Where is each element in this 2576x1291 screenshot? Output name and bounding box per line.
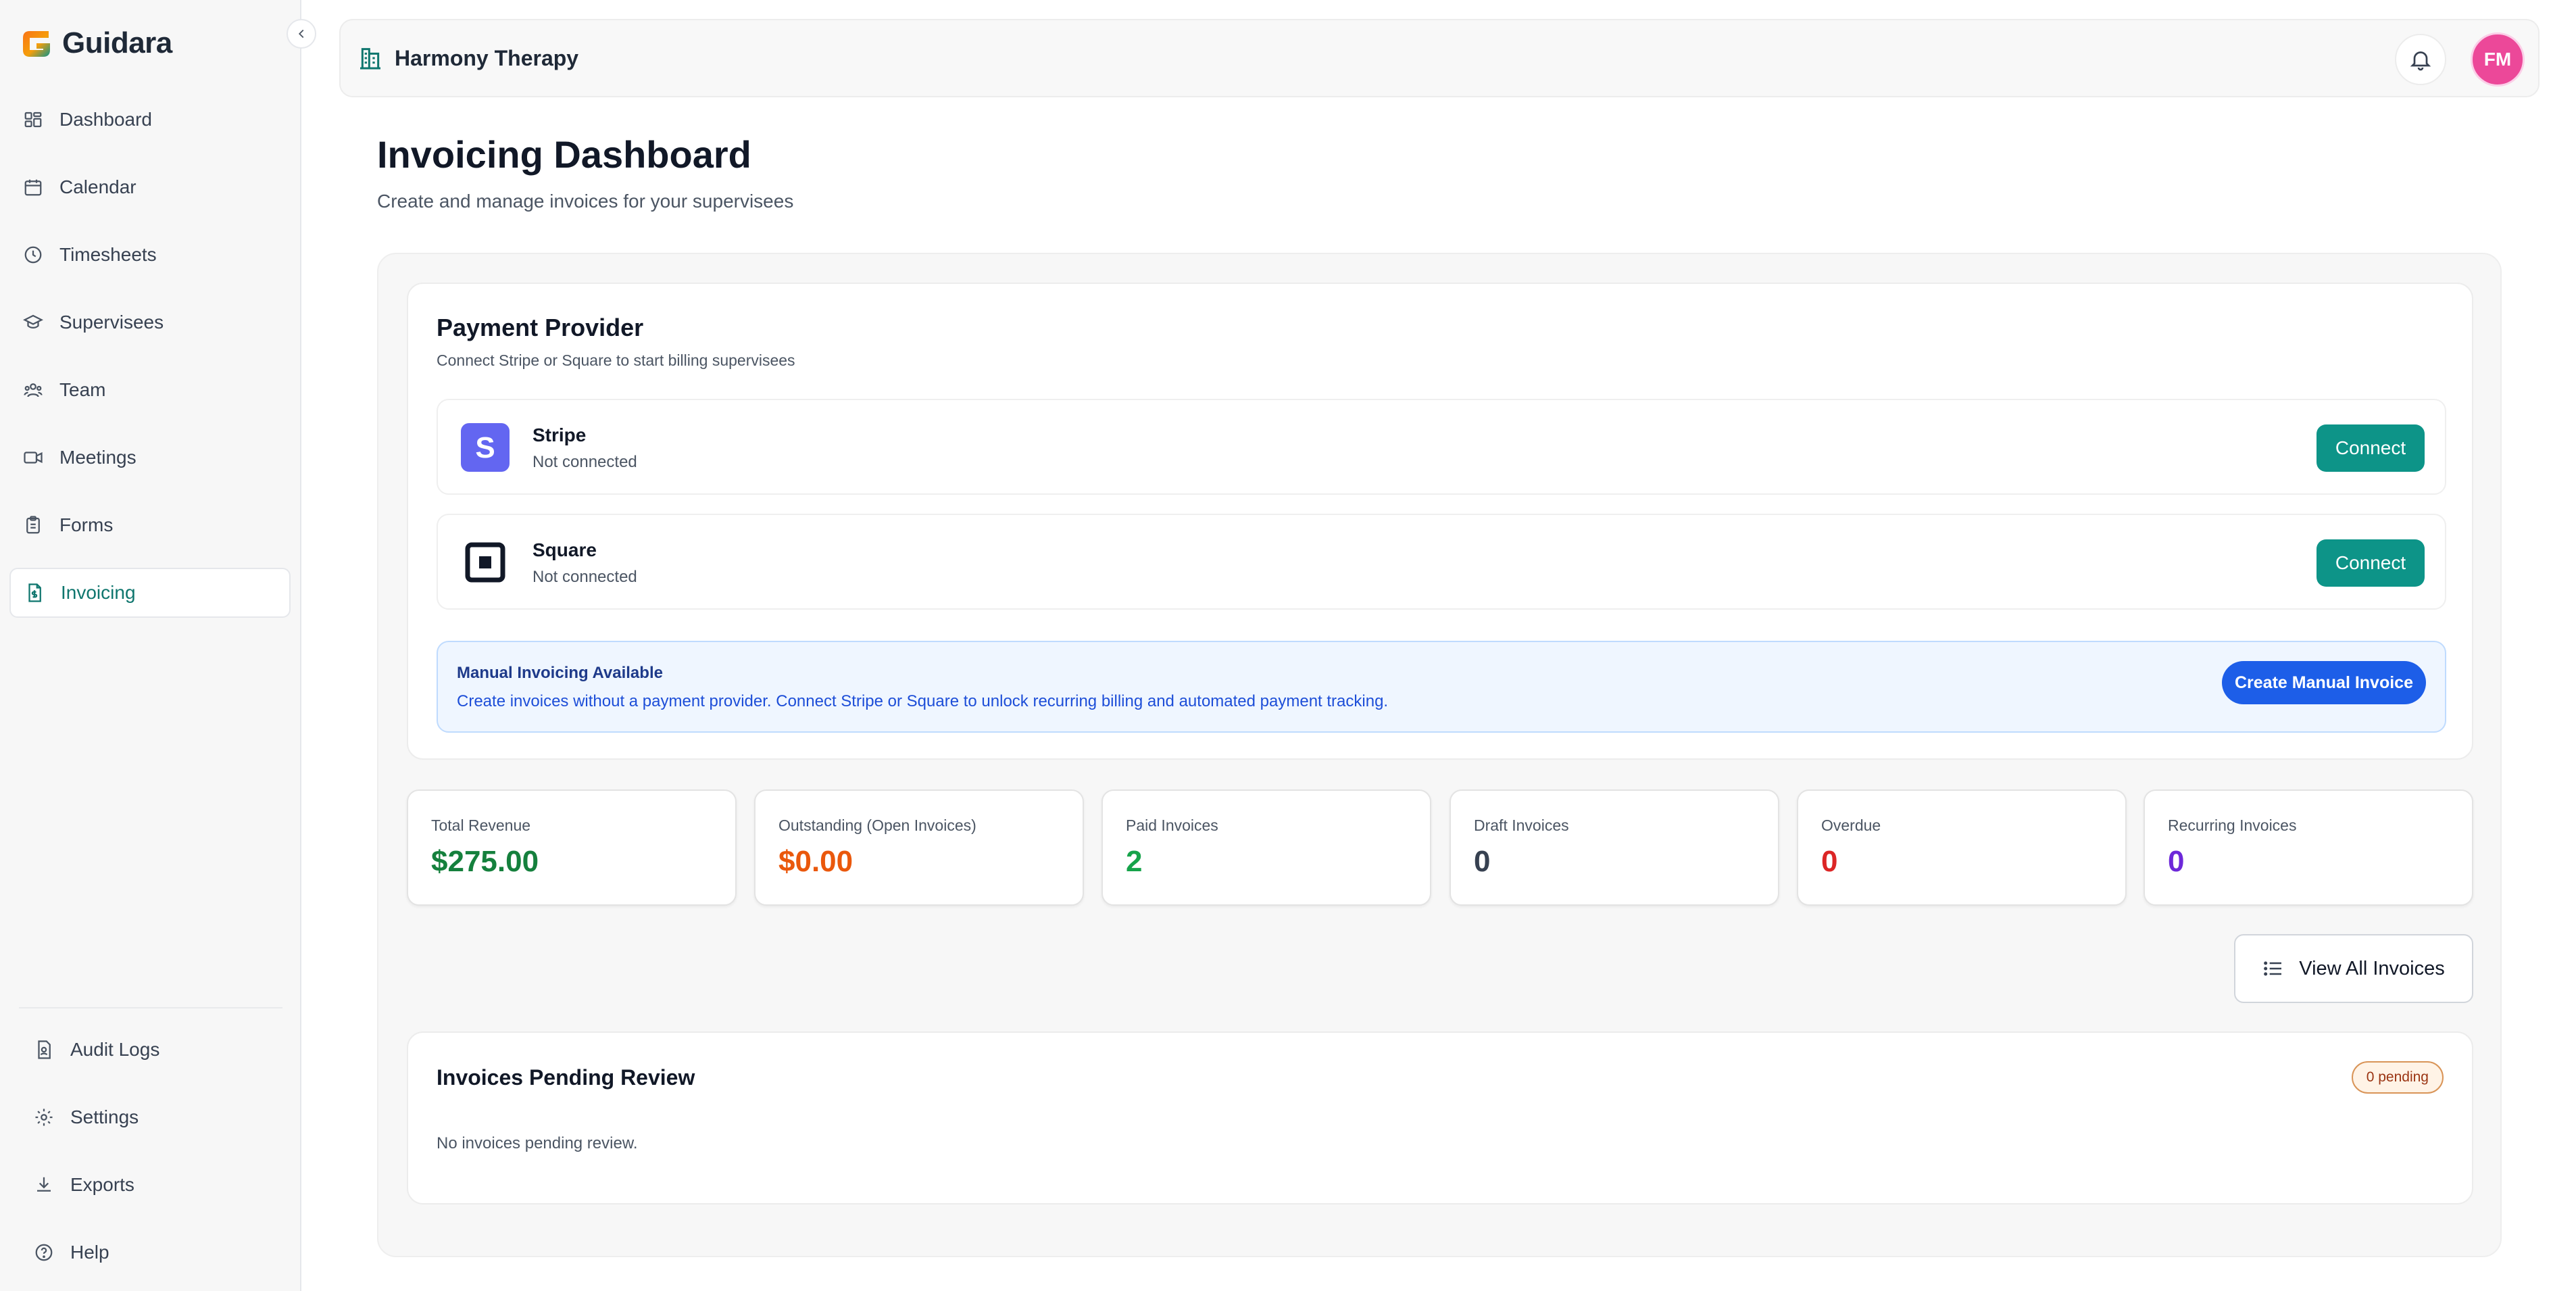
page-subtitle: Create and manage invoices for your supe…	[377, 191, 794, 212]
create-manual-invoice-button[interactable]: Create Manual Invoice	[2222, 661, 2426, 704]
stat-label: Recurring Invoices	[2168, 817, 2297, 834]
sidebar-item-help[interactable]: Help	[19, 1227, 282, 1277]
team-icon	[24, 383, 43, 397]
calendar-icon	[24, 179, 42, 196]
pending-count-badge: 0 pending	[2351, 1061, 2444, 1094]
stripe-logo-icon: S	[461, 423, 510, 472]
sidebar-nav: Dashboard Calendar Timesheets Supervisee…	[9, 95, 291, 635]
sidebar-item-label: Team	[59, 379, 106, 400]
square-logo-icon	[465, 542, 505, 583]
sidebar-item-label: Calendar	[59, 176, 137, 197]
sidebar-item-label: Settings	[70, 1106, 139, 1127]
stat-card-draft-invoices: Draft Invoices 0	[1450, 789, 1779, 906]
view-all-invoices-button[interactable]: View All Invoices	[2234, 934, 2473, 1003]
sidebar-item-calendar[interactable]: Calendar	[9, 162, 291, 212]
sidebar-item-label: Meetings	[59, 447, 137, 468]
list-icon	[2264, 961, 2282, 976]
stat-value: $275.00	[431, 845, 539, 878]
provider-row-square: Square Not connected Connect	[437, 514, 2446, 610]
notifications-button[interactable]	[2395, 34, 2446, 85]
user-avatar[interactable]: FM	[2471, 32, 2525, 87]
svg-text:S: S	[475, 431, 495, 464]
app-root: Guidara Dashboard Calendar Timesheets Su…	[0, 0, 2576, 1291]
graduation-cap-icon	[23, 314, 43, 328]
connect-square-button[interactable]: Connect	[2317, 539, 2425, 587]
pending-review-title: Invoices Pending Review	[437, 1065, 695, 1090]
stat-label: Total Revenue	[431, 817, 531, 834]
download-icon	[37, 1177, 51, 1192]
sidebar-item-forms[interactable]: Forms	[9, 500, 291, 550]
video-icon	[24, 452, 43, 464]
clipboard-icon	[26, 516, 40, 534]
stats-row: Total Revenue $275.00 Outstanding (Open …	[407, 789, 2473, 906]
sidebar-item-team[interactable]: Team	[9, 365, 291, 415]
help-icon	[35, 1244, 53, 1261]
sidebar-item-exports[interactable]: Exports	[19, 1160, 282, 1210]
brand[interactable]: Guidara	[18, 22, 172, 65]
sidebar-item-label: Help	[70, 1242, 109, 1263]
sidebar-item-label: Timesheets	[59, 244, 157, 265]
sidebar-item-invoicing[interactable]: Invoicing	[9, 568, 291, 618]
sidebar-item-meetings[interactable]: Meetings	[9, 433, 291, 483]
building-icon	[360, 48, 380, 70]
manual-invoicing-title: Manual Invoicing Available	[457, 664, 663, 682]
payment-provider-subtitle: Connect Stripe or Square to start billin…	[437, 351, 795, 369]
guidara-logo-icon	[23, 31, 50, 57]
sidebar: Guidara Dashboard Calendar Timesheets Su…	[0, 0, 301, 1291]
invoice-icon	[28, 583, 41, 602]
provider-row-stripe: S Stripe Not connected Connect	[437, 399, 2446, 495]
manual-invoicing-notice: Manual Invoicing Available Create invoic…	[437, 641, 2446, 733]
provider-name: Stripe	[532, 424, 587, 445]
payment-provider-card: Payment Provider Connect Stripe or Squar…	[407, 283, 2473, 760]
stat-value: 2	[1126, 845, 1143, 878]
view-all-invoices-label: View All Invoices	[2299, 957, 2445, 979]
stat-label: Draft Invoices	[1474, 817, 1569, 834]
stat-card-outstanding: Outstanding (Open Invoices) $0.00	[754, 789, 1084, 906]
stat-card-total-revenue: Total Revenue $275.00	[407, 789, 737, 906]
audit-log-icon	[38, 1040, 51, 1059]
sidebar-item-label: Exports	[70, 1174, 134, 1195]
stat-value: 0	[1474, 845, 1491, 878]
stat-label: Overdue	[1821, 817, 1881, 834]
stat-card-recurring-invoices: Recurring Invoices 0	[2144, 789, 2473, 906]
sidebar-item-label: Forms	[59, 514, 114, 535]
dashboard-icon	[24, 112, 42, 128]
stat-card-overdue: Overdue 0	[1797, 789, 2127, 906]
chevron-left-icon	[298, 29, 304, 39]
gear-icon	[35, 1109, 53, 1126]
stat-value: 0	[2168, 845, 2185, 878]
stat-card-paid-invoices: Paid Invoices 2	[1101, 789, 1431, 906]
sidebar-item-supervisees[interactable]: Supervisees	[9, 297, 291, 347]
sidebar-item-audit-logs[interactable]: Audit Logs	[19, 1025, 282, 1075]
sidebar-item-label: Invoicing	[61, 582, 136, 603]
brand-name: Guidara	[62, 26, 172, 59]
page-title: Invoicing Dashboard	[377, 133, 751, 176]
top-header: Harmony Therapy FM	[339, 19, 2540, 97]
pending-review-card: Invoices Pending Review 0 pending No inv…	[407, 1031, 2473, 1204]
provider-name: Square	[532, 539, 597, 560]
org-name: Harmony Therapy	[395, 45, 579, 70]
connect-stripe-button[interactable]: Connect	[2317, 424, 2425, 472]
sidebar-bottom-nav: Audit Logs Settings Exports Help	[19, 1007, 282, 1291]
stat-label: Paid Invoices	[1126, 817, 1218, 834]
invoicing-panel: Payment Provider Connect Stripe or Squar…	[377, 253, 2502, 1257]
sidebar-item-timesheets[interactable]: Timesheets	[9, 230, 291, 280]
sidebar-item-label: Dashboard	[59, 109, 152, 130]
pending-review-empty-text: No invoices pending review.	[437, 1134, 638, 1152]
clock-icon	[24, 246, 42, 264]
sidebar-item-label: Audit Logs	[70, 1039, 160, 1060]
org-switcher[interactable]: Harmony Therapy	[357, 45, 578, 72]
manual-invoicing-text: Create invoices without a payment provid…	[457, 692, 1389, 710]
bell-icon	[2410, 51, 2431, 71]
provider-status: Not connected	[532, 568, 637, 586]
sidebar-item-dashboard[interactable]: Dashboard	[9, 95, 291, 145]
provider-status: Not connected	[532, 453, 637, 471]
sidebar-collapse-button[interactable]	[287, 19, 316, 49]
stat-value: $0.00	[778, 845, 853, 878]
payment-provider-title: Payment Provider	[437, 314, 644, 341]
sidebar-item-settings[interactable]: Settings	[19, 1092, 282, 1142]
stat-value: 0	[1821, 845, 1838, 878]
sidebar-item-label: Supervisees	[59, 312, 164, 333]
stat-label: Outstanding (Open Invoices)	[778, 817, 976, 834]
